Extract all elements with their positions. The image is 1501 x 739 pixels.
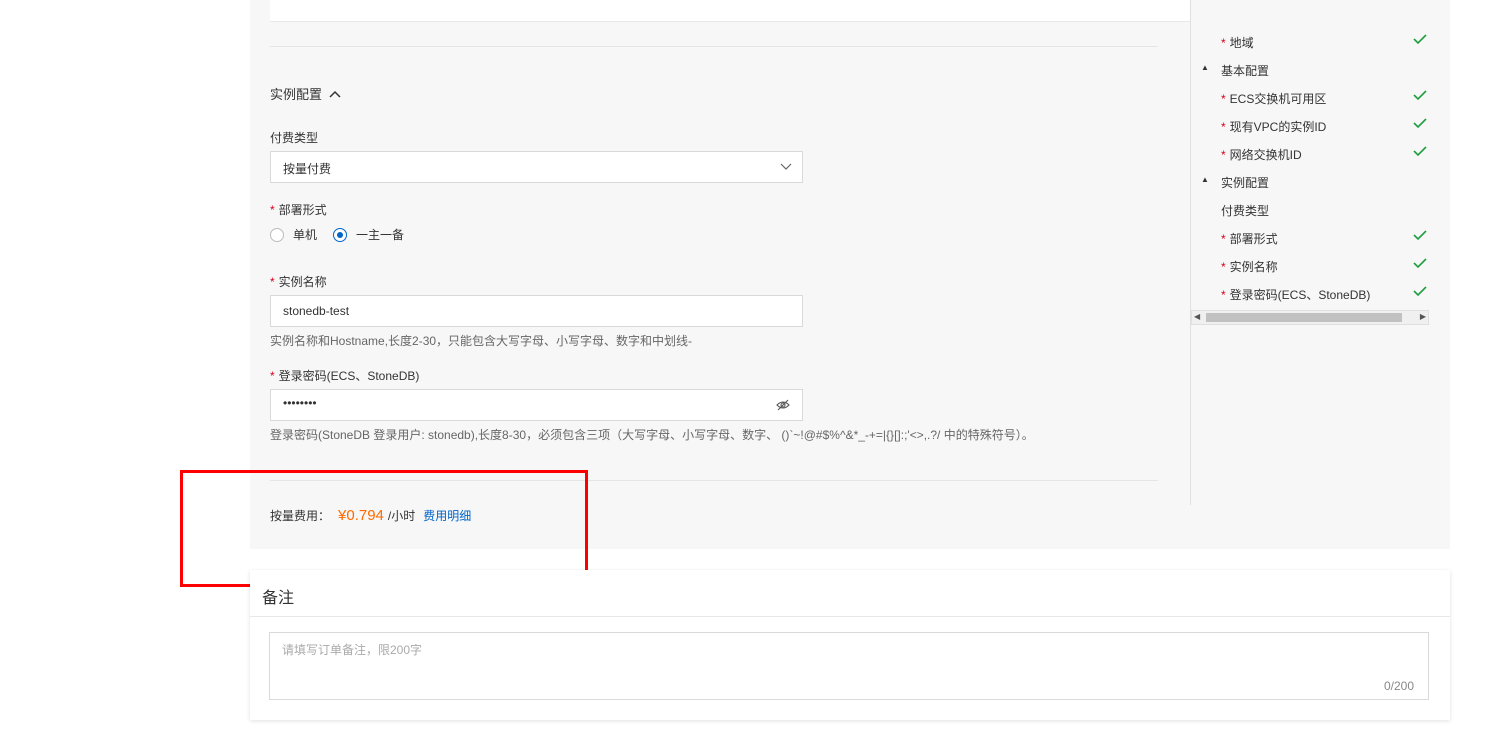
check-icon [1413,286,1427,297]
scroll-thumb[interactable] [1206,313,1402,322]
nav-item-label: 实例名称 [1229,260,1278,274]
nav-item-deploy-mode[interactable]: * 部署形式 [1191,227,1429,247]
chevron-down-icon [780,163,792,170]
check-icon [1413,258,1427,269]
nav-item-label: 付费类型 [1221,204,1270,218]
check-icon [1413,34,1427,45]
nav-group-instance[interactable]: ▲ 实例配置 [1191,171,1429,191]
nav-item-label: 地域 [1229,36,1254,50]
billing-type-label: 付费类型 [270,131,319,145]
nav-group-basic[interactable]: ▲ 基本配置 [1191,59,1429,79]
instance-name-hint: 实例名称和Hostname,长度2-30，只能包含大写字母、小写字母、数字和中划… [270,334,693,348]
notes-placeholder: 请填写订单备注，限200字 [282,643,423,657]
radio-single[interactable] [270,227,284,242]
chevron-up-icon [329,90,341,98]
notes-title: 备注 [262,590,295,607]
notes-char-counter: 0/200 [1383,679,1414,693]
nav-item-ecs-zone[interactable]: * ECS交换机可用区 [1191,87,1429,107]
divider [270,46,1158,47]
required-mark: * [1221,92,1226,106]
divider [250,616,1450,617]
nav-item-label: 登录密码(ECS、StoneDB) [1229,288,1371,302]
instance-name-label-text: 实例名称 [278,275,327,289]
password-input[interactable]: •••••••• [270,389,803,421]
collapse-triangle-icon: ▲ [1201,63,1209,72]
instance-name-value: stonedb-test [283,304,350,318]
billing-type-value: 按量付费 [283,162,332,176]
section-header-instance-config[interactable]: 实例配置 [270,84,342,103]
required-mark: * [1221,288,1226,302]
required-mark: * [1221,148,1226,162]
nav-item-label: 部署形式 [1229,232,1278,246]
password-hint: 登录密码(StoneDB 登录用户: stonedb),长度8-30，必须包含三… [270,428,1034,442]
nav-item-password[interactable]: * 登录密码(ECS、StoneDB) [1191,283,1429,303]
nav-group-label: 基本配置 [1221,64,1270,78]
nav-horizontal-scrollbar[interactable]: ◀ ▶ [1191,310,1429,325]
scroll-left-icon[interactable]: ◀ [1194,312,1200,321]
deploy-mode-label: * 部署形式 [270,201,327,218]
deploy-mode-label-text: 部署形式 [278,203,327,217]
nav-item-region[interactable]: * 地域 [1191,31,1429,51]
nav-item-vswitch-id[interactable]: * 网络交换机ID [1191,143,1429,163]
scroll-right-icon[interactable]: ▶ [1420,312,1426,321]
required-mark: * [1221,232,1226,246]
check-icon [1413,118,1427,129]
radio-single-label[interactable]: 单机 [293,226,317,243]
top-toolbar [270,0,1190,22]
password-label-text: 登录密码(ECS、StoneDB) [278,369,420,383]
check-icon [1413,90,1427,101]
radio-primary-standby-label[interactable]: 一主一备 [356,226,404,243]
section-title: 实例配置 [270,87,323,102]
notes-textarea[interactable]: 请填写订单备注，限200字 0/200 [269,632,1429,700]
instance-name-input[interactable]: stonedb-test [270,295,803,327]
required-mark: * [1221,260,1226,274]
nav-item-vpc-id[interactable]: * 现有VPC的实例ID [1191,115,1429,135]
required-mark: * [270,275,275,289]
collapse-triangle-icon: ▲ [1201,175,1209,184]
required-mark: * [270,369,275,383]
check-icon [1413,230,1427,241]
notes-card: 备注 请填写订单备注，限200字 0/200 [250,570,1450,720]
nav-item-instance-name[interactable]: * 实例名称 [1191,255,1429,275]
radio-primary-standby[interactable] [333,227,348,242]
required-mark: * [1221,120,1226,134]
eye-hidden-icon[interactable] [776,399,790,411]
nav-item-label: ECS交换机可用区 [1229,92,1327,106]
nav-item-label: 现有VPC的实例ID [1229,120,1327,134]
billing-type-select[interactable]: 按量付费 [270,151,803,183]
nav-item-label: 网络交换机ID [1229,148,1302,162]
check-icon [1413,146,1427,157]
nav-item-billing-type[interactable]: 付费类型 [1191,199,1429,219]
password-label: * 登录密码(ECS、StoneDB) [270,367,419,384]
required-mark: * [1221,36,1226,50]
required-mark: * [270,203,275,217]
password-value: •••••••• [283,396,317,410]
instance-name-label: * 实例名称 [270,273,327,290]
deploy-mode-radio-group: 单机 一主一备 [270,226,404,243]
nav-group-label: 实例配置 [1221,176,1270,190]
